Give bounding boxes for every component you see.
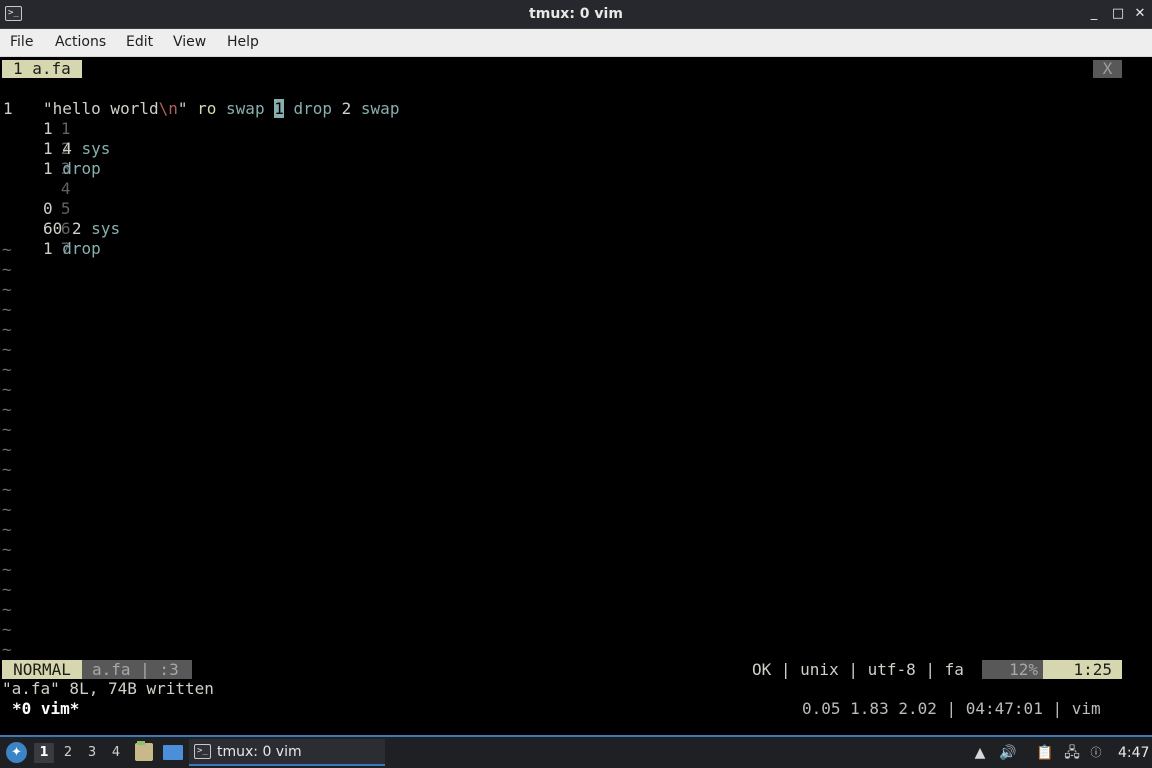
menubar: File Actions Edit View Help — [0, 29, 1152, 57]
show-desktop-icon[interactable] — [163, 745, 183, 760]
tilde-line: ~ — [2, 340, 12, 359]
workspace-4[interactable]: 4 — [106, 743, 126, 763]
vim-tab-active[interactable]: 1 a.fa — [2, 60, 82, 78]
terminal-icon: >_ — [194, 744, 211, 759]
menu-file[interactable]: File — [10, 34, 33, 50]
vim-cursor-position: 1:25 — [1043, 660, 1122, 679]
line-text: 1 drop — [43, 239, 101, 258]
tilde-line: ~ — [2, 440, 12, 459]
tilde-line: ~ — [2, 380, 12, 399]
vim-mode-indicator: NORMAL — [2, 660, 82, 679]
tilde-line: ~ — [2, 420, 12, 439]
tilde-line: ~ — [2, 400, 12, 419]
tray-upload-icon[interactable]: ▲ — [972, 743, 988, 763]
vim-file-status: OK | unix | utf-8 | fa — [752, 660, 964, 679]
menu-view[interactable]: View — [173, 34, 206, 50]
vim-statusline: NORMAL a.fa | :3 — [0, 660, 1152, 679]
vim-file-info: a.fa | :3 — [82, 660, 192, 679]
tilde-line: ~ — [2, 300, 12, 319]
editor-line: 21 4 sys — [0, 119, 1152, 158]
tilde-line: ~ — [2, 240, 12, 259]
tmux-status-right: 0.05 1.83 2.02 | 04:47:01 | vim — [802, 699, 1101, 718]
editor-line: 6 60 2 sys — [0, 199, 1152, 238]
tilde-line: ~ — [2, 260, 12, 279]
tilde-line: ~ — [2, 360, 12, 379]
workspace-3[interactable]: 3 — [82, 743, 102, 763]
tilde-line: ~ — [2, 540, 12, 559]
vim-scroll-percent: 12% — [982, 660, 1043, 679]
editor-line: 11 — [0, 99, 1152, 138]
window-titlebar: >_ tmux: 0 vim _ □ ✕ — [0, 0, 1152, 29]
terminal-area[interactable]: 1 a.fa X 1 "hello world\n" ro swap 1 drop… — [0, 57, 1152, 735]
task-label: tmux: 0 vim — [217, 744, 302, 760]
taskbar-task-terminal[interactable]: >_ tmux: 0 vim — [189, 739, 385, 766]
maximize-button[interactable]: □ — [1108, 4, 1128, 24]
menu-help[interactable]: Help — [227, 34, 259, 50]
editor-line: 4 — [0, 159, 1152, 198]
tilde-line: ~ — [2, 580, 12, 599]
tmux-window-list[interactable]: *0 vim* — [12, 699, 79, 719]
tilde-line: ~ — [2, 500, 12, 519]
clock[interactable]: 4:47 — [1118, 743, 1149, 763]
vim-tab-close-button[interactable]: X — [1093, 60, 1122, 78]
workspace-2[interactable]: 2 — [58, 743, 78, 763]
volume-icon[interactable]: 🔊 — [998, 743, 1018, 763]
menu-edit[interactable]: Edit — [126, 34, 153, 50]
editor-line: 50 — [0, 179, 1152, 218]
tilde-line: ~ — [2, 620, 12, 639]
close-button[interactable]: ✕ — [1130, 4, 1150, 24]
file-manager-icon[interactable] — [135, 741, 153, 761]
tilde-line: ~ — [2, 460, 12, 479]
vim-message: "a.fa" 8L, 74B written — [2, 679, 214, 698]
clipboard-icon[interactable]: 📋 — [1035, 743, 1055, 763]
tilde-line: ~ — [2, 320, 12, 339]
editor-line: 31 drop — [0, 139, 1152, 178]
editor-line: 71 drop — [0, 219, 1152, 258]
tilde-line: ~ — [2, 640, 12, 659]
workspace-1[interactable]: 1 — [34, 743, 54, 763]
editor-line: 1 "hello world\n" ro swap 1 drop 2 swap — [0, 79, 1152, 118]
tilde-line: ~ — [2, 600, 12, 619]
menu-actions[interactable]: Actions — [55, 34, 106, 50]
window-title: tmux: 0 vim — [529, 6, 623, 22]
tilde-line: ~ — [2, 520, 12, 539]
network-icon[interactable]: 🖧 — [1062, 743, 1082, 763]
start-menu-icon[interactable]: ✦ — [6, 742, 27, 763]
tilde-line: ~ — [2, 280, 12, 299]
taskbar: ✦ 1 2 3 4 >_ tmux: 0 vim ▲ 🔊 📋 🖧 ⓘ 4:47 — [0, 735, 1152, 768]
tilde-line: ~ — [2, 560, 12, 579]
tilde-line: ~ — [2, 480, 12, 499]
notification-icon[interactable]: ⓘ — [1089, 743, 1103, 763]
minimize-button[interactable]: _ — [1084, 4, 1104, 24]
